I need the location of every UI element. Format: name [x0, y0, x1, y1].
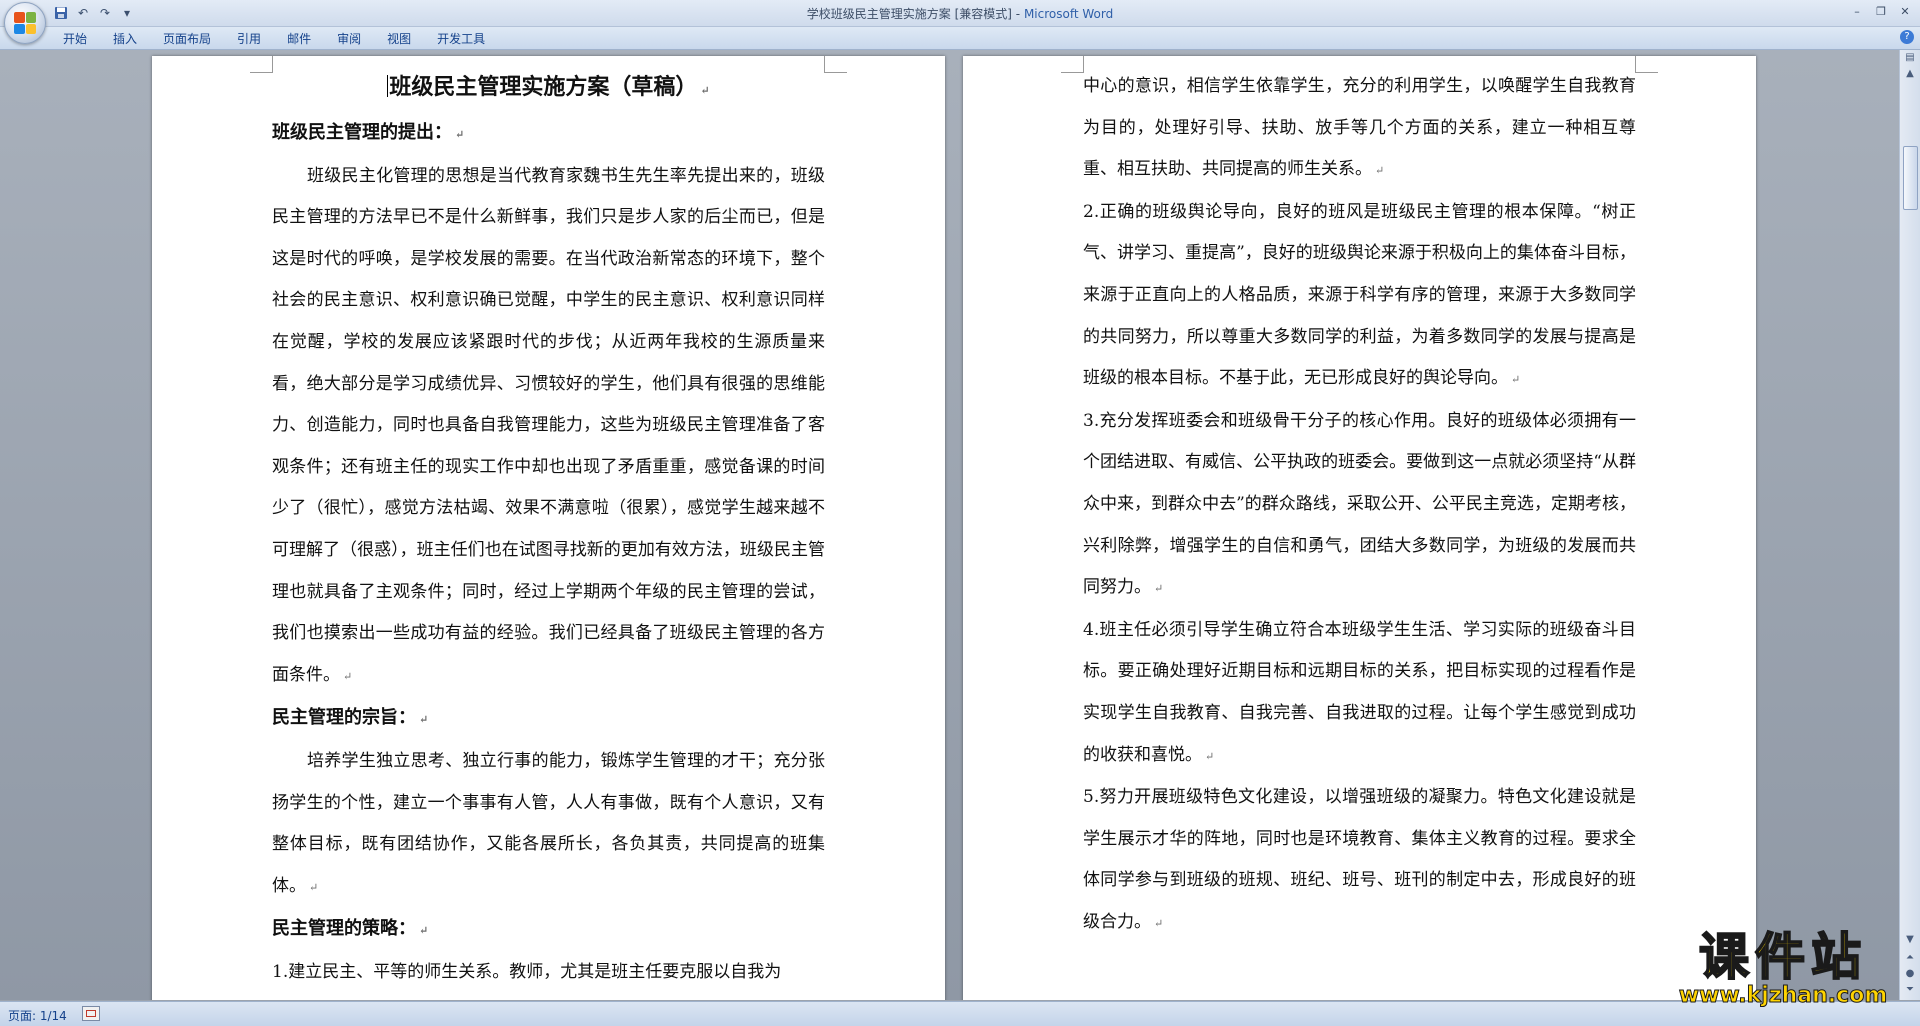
document-name: 学校班级民主管理实施方案 [兼容模式] [806, 7, 1012, 21]
page-1-text[interactable]: 班级民主管理实施方案（草稿） ↵ 班级民主管理的提出： ↵ 班级民主化管理的思想是当… [272, 66, 825, 993]
office-button[interactable] [4, 2, 46, 44]
scroll-up-icon[interactable]: ▲ [1903, 68, 1917, 80]
paragraph-mark: ↵ [419, 713, 429, 727]
next-page-icon[interactable]: ⏷ [1903, 984, 1917, 996]
page-2-text[interactable]: 中心的意识，相信学生依靠学生，充分的利用学生，以唤醒学生自我教育为目的，处理好引… [1083, 66, 1636, 944]
tab-mailings[interactable]: 邮件 [274, 30, 324, 48]
window-title: 学校班级民主管理实施方案 [兼容模式] - Microsoft Word [0, 5, 1920, 22]
crop-mark [250, 56, 273, 73]
paragraph-mark: ↵ [1154, 916, 1164, 930]
window-controls: – ❐ ✕ [1846, 2, 1916, 20]
paragraph-mark: ↵ [455, 128, 465, 141]
paragraph-mark: ↵ [309, 880, 319, 894]
document-title: 班级民主管理实施方案（草稿） ↵ [387, 74, 710, 100]
help-icon[interactable]: ? [1900, 30, 1914, 44]
watermark-url: www.kjzhan.com [1678, 983, 1888, 1008]
page-counter[interactable]: 页面: 1/14 [8, 1007, 67, 1024]
paragraph: 4.班主任必须引导学生确立符合本班级学生生活、学习实际的班级奋斗目标。要正确处理… [1083, 619, 1636, 765]
ribbon-tabs: 开始 插入 页面布局 引用 邮件 审阅 视图 开发工具 [50, 30, 498, 48]
office-logo-icon [14, 12, 36, 34]
ribbon: 开始 插入 页面布局 引用 邮件 审阅 视图 开发工具 ? [0, 27, 1920, 50]
heading-proposal: 班级民主管理的提出： ↵ [272, 122, 465, 143]
minimize-icon[interactable]: – [1846, 2, 1868, 20]
site-watermark-logo: 课件站 www.kjzhan.com [1668, 928, 1898, 1008]
select-browse-object-icon[interactable]: ● [1903, 968, 1917, 980]
paragraph: 中心的意识，相信学生依靠学生，充分的利用学生，以唤醒学生自我教育为目的，处理好引… [1083, 76, 1636, 180]
heading-purpose: 民主管理的宗旨： ↵ [272, 707, 429, 729]
paragraph-mark: ↵ [1154, 582, 1164, 596]
vertical-scrollbar[interactable]: ▤ ▲ ▼ ⏶ ● ⏷ [1899, 50, 1920, 1000]
crop-mark [1061, 56, 1084, 73]
crop-mark [1635, 56, 1658, 73]
tab-page-layout[interactable]: 页面布局 [150, 30, 224, 48]
paragraph-mark: ↵ [1511, 373, 1521, 387]
paragraph-mark: ↵ [700, 84, 710, 97]
crop-mark [824, 56, 847, 73]
tab-developer[interactable]: 开发工具 [424, 30, 498, 48]
tab-references[interactable]: 引用 [224, 30, 274, 48]
ruler-toggle-icon[interactable]: ▤ [1903, 52, 1917, 64]
paragraph: 2.正确的班级舆论导向，良好的班风是班级民主管理的根本保障。“树正气、讲学习、重… [1083, 201, 1636, 389]
title-bar: ↶ ↷ ▾ 学校班级民主管理实施方案 [兼容模式] - Microsoft Wo… [0, 0, 1920, 27]
document-page-2[interactable]: 中心的意识，相信学生依靠学生，充分的利用学生，以唤醒学生自我教育为目的，处理好引… [963, 56, 1756, 1000]
document-workspace[interactable]: 班级民主管理实施方案（草稿） ↵ 班级民主管理的提出： ↵ 班级民主化管理的思想是当… [0, 50, 1900, 1000]
paragraph: 培养学生独立思考、独立行事的能力，锻炼学生管理的才干；充分张扬学生的个性，建立一… [272, 750, 825, 896]
status-bar: 页面: 1/14 [0, 1001, 1920, 1026]
paragraph-mark: ↵ [1375, 164, 1385, 178]
document-page-1[interactable]: 班级民主管理实施方案（草稿） ↵ 班级民主管理的提出： ↵ 班级民主化管理的思想是当… [152, 56, 945, 1000]
tab-home[interactable]: 开始 [50, 30, 100, 48]
tab-view[interactable]: 视图 [374, 30, 424, 48]
tab-insert[interactable]: 插入 [100, 30, 150, 48]
paragraph: 1.建立民主、平等的师生关系。教师，尤其是班主任要克服以自我为 [272, 961, 782, 982]
paragraph: 5.努力开展班级特色文化建设，以增强班级的凝聚力。特色文化建设就是学生展示才华的… [1083, 787, 1636, 932]
watermark-text: 课件站 [1698, 928, 1867, 986]
paragraph-mark: ↵ [343, 669, 353, 683]
scroll-down-icon[interactable]: ▼ [1903, 934, 1917, 946]
paragraph: 班级民主化管理的思想是当代教育家魏书生先生率先提出来的，班级民主管理的方法早已不… [272, 165, 825, 685]
proofing-icon[interactable] [82, 1006, 100, 1021]
close-icon[interactable]: ✕ [1894, 2, 1916, 20]
paragraph-mark: ↵ [419, 924, 429, 938]
heading-strategy: 民主管理的策略： ↵ [272, 918, 429, 940]
maximize-icon[interactable]: ❐ [1870, 2, 1892, 20]
paragraph: 3.充分发挥班委会和班级骨干分子的核心作用。良好的班级体必须拥有一个团结进取、有… [1083, 410, 1636, 598]
previous-page-icon[interactable]: ⏶ [1903, 952, 1917, 964]
tab-review[interactable]: 审阅 [324, 30, 374, 48]
title-separator: - [1011, 7, 1024, 21]
app-name: Microsoft Word [1023, 7, 1114, 21]
paragraph-mark: ↵ [1205, 749, 1215, 763]
scrollbar-thumb[interactable] [1903, 146, 1918, 210]
